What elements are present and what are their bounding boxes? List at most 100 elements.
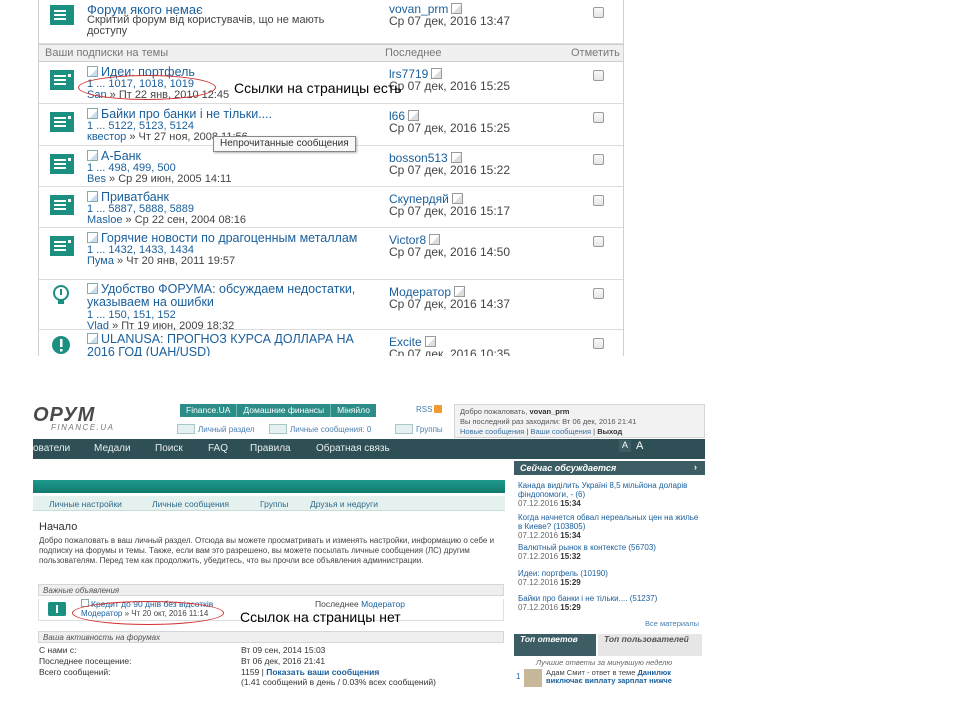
tab-private-messages[interactable]: Личные сообщения	[152, 499, 229, 509]
topic-title[interactable]: ULANUSA: ПРОГНОЗ КУРСА ДОЛЛАРА НА 2016 Г…	[87, 333, 377, 356]
topic-author[interactable]: квестор	[87, 131, 126, 143]
go-to-last-post-icon[interactable]	[451, 3, 463, 14]
chevron-right-icon[interactable]: ›	[694, 462, 697, 472]
last-post-date: Ср 07 дек, 2016 14:50	[389, 245, 511, 259]
discussed-title[interactable]: Канада виділить Україні 8,5 мільйона дол…	[518, 481, 704, 499]
unread-icon[interactable]	[87, 150, 98, 161]
font-small-button[interactable]: A	[619, 440, 632, 452]
topic-title[interactable]: Удобство ФОРУМА: обсуждаем недостатки, у…	[87, 283, 377, 309]
go-to-last-post-icon[interactable]	[454, 286, 466, 297]
your-posts-link[interactable]: Ваши сообщения	[530, 427, 591, 436]
mark-checkbox[interactable]	[593, 288, 604, 299]
nav-medals[interactable]: Медали	[94, 443, 131, 454]
mark-checkbox[interactable]	[593, 236, 604, 247]
stat-label: Последнее посещение:	[39, 656, 132, 666]
table-row: А-Банк 1 ... 498, 499, 500 Bes » Ср 29 июн…	[39, 146, 623, 187]
important-icon	[52, 336, 70, 354]
topic-title[interactable]: Горячие новости по драгоценным металлам	[87, 231, 357, 245]
stat-label: Наиболее активен в форуме:	[39, 687, 155, 688]
stat-value: Вт 09 сен, 2014 15:03	[241, 645, 326, 655]
mark-checkbox[interactable]	[593, 112, 604, 123]
link-finance[interactable]: Finance.UA	[180, 404, 238, 417]
header-title: Ваши подписки на темы	[45, 47, 169, 59]
unread-icon[interactable]	[87, 283, 98, 294]
site-logo[interactable]: ОРУМ FINANCE.UA	[33, 404, 173, 434]
tab-friends[interactable]: Друзья и недруги	[310, 499, 378, 509]
topic-author[interactable]: Пума	[87, 255, 114, 267]
discussed-item[interactable]: Валютный рынок в контексте (56703) 07.12.…	[518, 543, 704, 561]
go-to-last-post-icon[interactable]	[450, 152, 462, 163]
stat-row: С нами с: Вт 09 сен, 2014 15:03	[39, 645, 505, 656]
discussed-date: 07.12.2016 15:29	[518, 578, 581, 587]
personal-section-link[interactable]: Личный раздел	[177, 424, 255, 434]
discussed-header[interactable]: Сейчас обсуждается ›	[514, 461, 705, 475]
logout-link[interactable]: Выход	[597, 427, 622, 436]
topic-icon	[50, 154, 74, 174]
topic-title[interactable]: Приватбанк	[87, 190, 169, 204]
nav-faq[interactable]: FAQ	[208, 443, 228, 454]
groups-link[interactable]: Группы	[395, 424, 443, 434]
unread-icon[interactable]	[87, 232, 98, 243]
discussed-item[interactable]: Байки про банки і не тільки.... (51237) 0…	[518, 594, 704, 612]
link-home-finance[interactable]: Домашние финансы	[237, 404, 332, 417]
link-minyailo[interactable]: Міняйло	[331, 404, 376, 417]
font-large-button[interactable]: A	[633, 440, 646, 452]
private-messages-link[interactable]: Личные сообщения: 0	[269, 424, 371, 434]
topic-title[interactable]: Байки про банки і не тільки....	[87, 107, 272, 121]
mark-checkbox[interactable]	[593, 338, 604, 349]
profile-page-panel: ОРУМ FINANCE.UA Finance.UA Домашние фина…	[33, 402, 705, 688]
discussed-title[interactable]: Идеи: портфель (10190)	[518, 569, 704, 578]
go-to-last-post-icon[interactable]	[424, 336, 436, 347]
table-row: Форум якого немає Скритий форум від кори…	[39, 0, 623, 44]
unread-icon[interactable]	[87, 108, 98, 119]
stat-value: Вт 06 дек, 2016 21:41	[241, 656, 326, 666]
tab-top-users[interactable]: Топ пользователей	[598, 634, 702, 656]
discussed-title[interactable]: Валютный рынок в контексте (56703)	[518, 543, 704, 552]
go-to-last-post-icon[interactable]	[408, 110, 420, 121]
discussed-item[interactable]: Когда начнется обвал нереальных цен на ж…	[518, 513, 704, 540]
nav-feedback[interactable]: Обратная связь	[316, 443, 390, 454]
tab-groups[interactable]: Группы	[260, 499, 288, 509]
unread-icon[interactable]	[87, 191, 98, 202]
lightbulb-icon	[53, 285, 69, 304]
discussed-item[interactable]: Канада виділить Україні 8,5 мільйона дол…	[518, 481, 704, 508]
page-title: Начало	[39, 521, 78, 533]
go-to-last-post-icon[interactable]	[429, 234, 441, 245]
discussed-title[interactable]: Байки про банки і не тільки.... (51237)	[518, 594, 704, 603]
stat-link[interactable]: Архив	[241, 687, 267, 688]
discussed-title[interactable]: Когда начнется обвал нереальных цен на ж…	[518, 513, 704, 531]
topic-author[interactable]: Bes	[87, 173, 106, 185]
mark-checkbox[interactable]	[593, 7, 604, 18]
avatar[interactable]	[524, 669, 542, 687]
messages-icon	[269, 424, 287, 434]
header-mark: Отметить	[571, 47, 620, 59]
last-post-date: Ср 07 дек, 2016 15:17	[389, 204, 511, 218]
discussed-item[interactable]: Идеи: портфель (10190) 07.12.2016 15:29	[518, 569, 704, 587]
topic-icon	[50, 70, 74, 90]
nav-search[interactable]: Поиск	[155, 443, 183, 454]
rss-link[interactable]: RSS	[416, 405, 443, 414]
topic-title[interactable]: А-Банк	[87, 149, 141, 163]
go-to-last-post-icon[interactable]	[431, 68, 443, 79]
tab-top-answers[interactable]: Топ ответов	[514, 634, 596, 656]
mark-checkbox[interactable]	[593, 154, 604, 165]
all-materials-link[interactable]: Все материалы	[645, 619, 699, 628]
topic-author[interactable]: Masloe	[87, 214, 122, 226]
announcement-last-user[interactable]: Модератор	[361, 599, 405, 609]
nav-users[interactable]: ователи	[33, 443, 70, 454]
unread-icon[interactable]	[87, 333, 98, 344]
last-post-date: Ср 07 дек, 2016 13:47	[389, 14, 511, 28]
unread-icon[interactable]	[87, 66, 98, 77]
new-posts-link[interactable]: Новые сообщения	[460, 427, 524, 436]
discussed-date: 07.12.2016 15:34	[518, 499, 581, 508]
last-post-date: Ср 07 дек, 2016 14:37	[389, 297, 511, 311]
tab-personal-settings[interactable]: Личные настройки	[49, 499, 122, 509]
mark-checkbox[interactable]	[593, 70, 604, 81]
go-to-last-post-icon[interactable]	[451, 193, 463, 204]
profile-subtabs: Личные настройки Личные сообщения Группы…	[33, 496, 505, 511]
stat-link[interactable]: Показать ваши сообщения	[266, 667, 379, 677]
user-icon	[177, 424, 195, 434]
nav-rules[interactable]: Правила	[250, 443, 291, 454]
username[interactable]: vovan_prm	[529, 407, 569, 416]
mark-checkbox[interactable]	[593, 195, 604, 206]
